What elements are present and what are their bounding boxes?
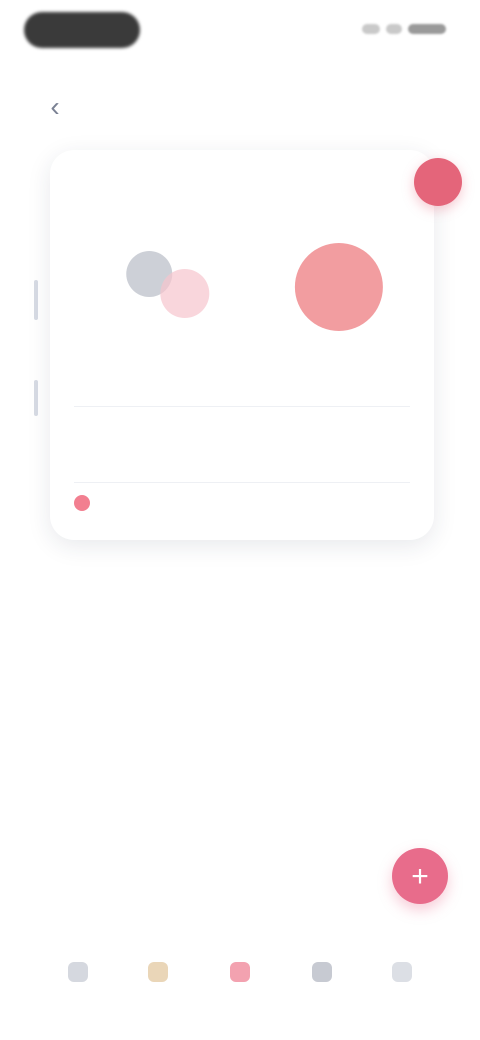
app-screen: ‹ + [0, 0, 480, 1040]
status-indicators [362, 20, 450, 38]
home-icon [68, 962, 88, 982]
wifi-icon [386, 24, 402, 34]
summary-row [74, 446, 410, 480]
bubble-point [294, 243, 383, 331]
chart-icon [148, 962, 168, 982]
legend-dot [74, 495, 90, 511]
page-title [96, 86, 296, 130]
list-icon [312, 962, 332, 982]
settings-icon [392, 962, 412, 982]
status-pill [24, 12, 140, 48]
side-tab-indicator [34, 280, 38, 320]
nav-item-list[interactable] [284, 944, 360, 1020]
summary-row [74, 412, 410, 446]
back-button[interactable]: ‹ [38, 90, 72, 124]
side-tab-indicator [34, 380, 38, 416]
divider [74, 406, 410, 407]
divider [74, 482, 410, 483]
bottom-nav [0, 920, 480, 1040]
nav-item-home[interactable] [40, 944, 116, 1020]
heart-action-button[interactable] [414, 158, 462, 206]
chart-svg [126, 243, 383, 331]
nav-item-calendar[interactable] [202, 944, 278, 1020]
bubble-point [160, 269, 210, 318]
status-bar [0, 0, 480, 60]
summary-card [50, 150, 434, 540]
signal-icon [362, 24, 380, 34]
heart-icon: + [411, 860, 429, 893]
battery-icon [408, 24, 446, 34]
nav-item-settings[interactable] [364, 944, 440, 1020]
nav-item-stats[interactable] [120, 944, 196, 1020]
bubble-chart [70, 202, 430, 372]
calendar-icon [230, 962, 250, 982]
add-button[interactable]: + [392, 848, 448, 904]
summary-row-highlight [74, 486, 410, 520]
